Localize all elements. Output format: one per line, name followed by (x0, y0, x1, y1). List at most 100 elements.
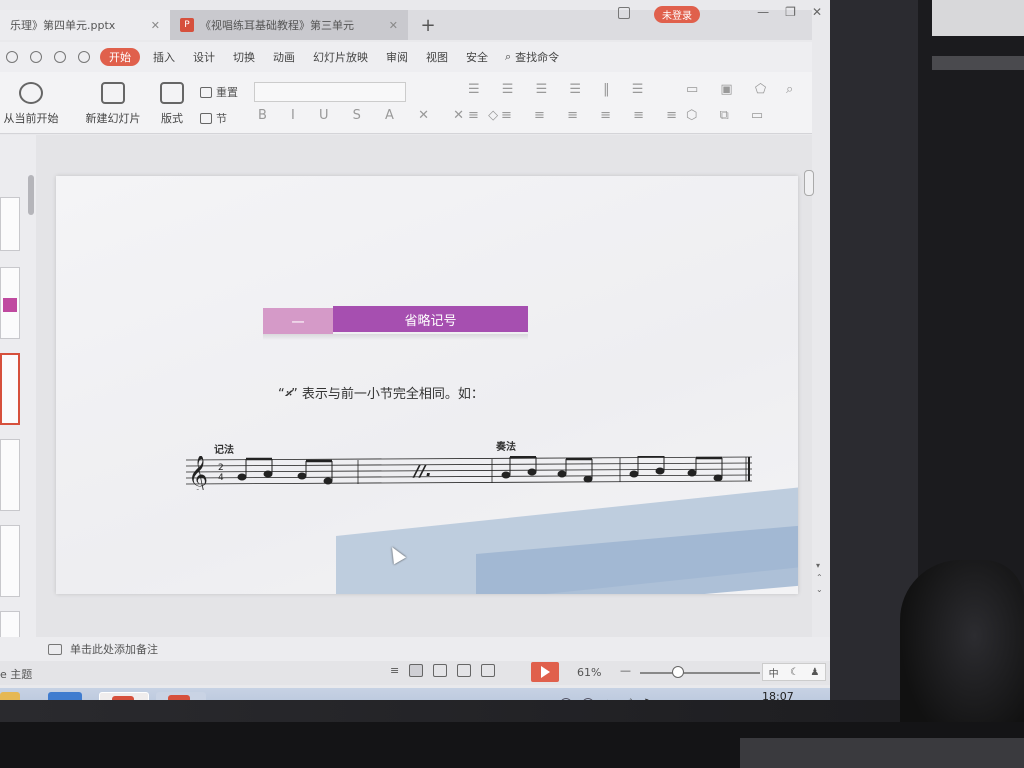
play-from-current-label: 从当前开始 (3, 112, 59, 125)
paragraph-list-buttons[interactable]: ☰ ☰ ☰ ☰ ‖ ☰ (468, 82, 652, 97)
clock-time: 18:07 (762, 690, 794, 700)
notes-pane[interactable]: 单击此处添加备注 (0, 637, 830, 661)
podium (740, 738, 1024, 768)
redo-icon[interactable] (78, 51, 90, 63)
slide-title: 省略记号 (333, 306, 528, 332)
notes-measure-3 (501, 456, 593, 483)
menu-view[interactable]: 视图 (417, 49, 457, 65)
zoom-level[interactable]: 61% (577, 666, 601, 679)
section-label: 节 (216, 112, 227, 125)
staff-line (186, 480, 752, 485)
section-button[interactable]: 节 (200, 110, 227, 126)
play-from-current-button[interactable]: 从当前开始 (0, 82, 62, 126)
menu-home[interactable]: 开始 (100, 48, 140, 66)
flag-icon[interactable]: ⚑ (643, 698, 652, 700)
slide-thumbnail-selected[interactable] (0, 353, 20, 425)
time-signature: 2 (218, 463, 224, 473)
projected-screen: 乐理》第四单元.pptx ✕ P 《视唱练耳基础教程》第三单元 ✕ + 未登录 … (0, 0, 830, 700)
reset-label: 重置 (216, 86, 238, 99)
tray-icon[interactable] (560, 698, 572, 700)
print-icon[interactable] (30, 51, 42, 63)
minimize-icon[interactable]: — (757, 5, 769, 19)
slide-thumbnail[interactable] (0, 267, 20, 339)
wall-strip (932, 56, 1024, 70)
network-icon[interactable]: ▲ (604, 698, 612, 700)
new-slide-label: 新建幻灯片 (85, 112, 141, 125)
view-switcher: ≡ (390, 664, 496, 677)
slide-thumbnail[interactable] (0, 525, 20, 597)
menu-review[interactable]: 审阅 (377, 49, 417, 65)
status-bar: e 主题 ≡ 61% — 中 ☾ ♟ (0, 661, 830, 685)
zoom-out-button[interactable]: — (620, 664, 631, 677)
font-name-select[interactable] (254, 82, 406, 102)
sorter-view-icon[interactable] (433, 664, 448, 677)
undo-icon[interactable] (54, 51, 66, 63)
tab-document-2[interactable]: P 《视唱练耳基础教程》第三单元 ✕ (170, 10, 408, 40)
slide-thumbnail[interactable] (0, 439, 20, 511)
moon-icon: ☾ (790, 666, 799, 678)
command-search[interactable]: ⌕ 查找命令 (505, 49, 559, 65)
zoom-slider[interactable] (640, 672, 760, 674)
menu-slideshow[interactable]: 幻灯片放映 (304, 49, 377, 65)
menu-design[interactable]: 设计 (184, 49, 224, 65)
menu-insert[interactable]: 插入 (144, 49, 184, 65)
label-notation: 记法 (214, 445, 234, 456)
page-nav-arrows[interactable]: ▾ ⌃ ⌄ (816, 560, 823, 596)
slide-canvas[interactable]: 一 省略记号 “𝄎” 表示与前一小节完全相同。如： 记法 奏法 𝄞 2 4 //… (56, 176, 798, 594)
close-icon[interactable]: ✕ (151, 19, 160, 32)
new-tab-button[interactable]: + (408, 15, 448, 36)
notes-icon (48, 643, 62, 655)
menu-animations[interactable]: 动画 (264, 49, 304, 65)
wall-panel (932, 0, 1024, 36)
wps-pdf-icon: P (168, 695, 190, 700)
label-performance: 奏法 (496, 442, 516, 453)
ime-label: 中 (768, 668, 779, 680)
taskbar-wps-app[interactable]: P (156, 692, 206, 700)
menu-security[interactable]: 安全 (457, 49, 497, 65)
taskbar-wps-presentation[interactable]: P (99, 692, 149, 700)
reading-view-icon[interactable] (457, 664, 472, 677)
system-tray: ▲ ◀) ⚑ (560, 698, 652, 700)
presenter-view-icon[interactable] (481, 664, 496, 677)
paragraph-align-buttons[interactable]: ≡ ≡ ≡ ≡ ≡ ≡ ≡ (468, 108, 686, 123)
windows-taskbar: P P ▲ ◀) ⚑ 18:07 (0, 688, 830, 700)
volume-icon[interactable]: ◀) (622, 698, 634, 700)
slide-scrollbar[interactable] (804, 170, 814, 196)
thumbnail-scrollbar[interactable] (28, 175, 34, 215)
arrange-buttons[interactable]: ⬡ ⧉ ▭ (686, 108, 772, 123)
new-slide-button[interactable]: 新建幻灯片 (78, 82, 148, 126)
find-icon[interactable]: ⌕ (786, 82, 802, 97)
layout-label: 版式 (161, 112, 183, 125)
restore-icon[interactable]: ❐ (785, 5, 796, 19)
new-slide-icon (101, 82, 125, 104)
normal-view-icon[interactable] (409, 664, 424, 677)
menu-transitions[interactable]: 切换 (224, 49, 264, 65)
thumbnail-accent (3, 298, 17, 312)
theme-label: e 主题 (0, 668, 33, 681)
notes-toggle-icon[interactable]: ≡ (390, 664, 399, 677)
notes-placeholder: 单击此处添加备注 (70, 643, 158, 656)
tab-document-1[interactable]: 乐理》第四单元.pptx ✕ (0, 10, 170, 40)
reset-icon (200, 86, 212, 98)
zoom-slider-handle[interactable] (672, 666, 684, 678)
reset-button[interactable]: 重置 (200, 84, 238, 100)
close-icon[interactable]: ✕ (389, 19, 398, 32)
slide-description: “𝄎” 表示与前一小节完全相同。如： (278, 383, 484, 402)
layout-button[interactable]: 版式 (154, 82, 190, 126)
login-button[interactable]: 未登录 (654, 6, 700, 23)
slideshow-play-button[interactable] (531, 662, 559, 682)
help-icon[interactable] (582, 698, 594, 700)
save-icon[interactable] (6, 51, 18, 63)
slide-thumbnail[interactable] (0, 197, 20, 251)
ime-indicator[interactable]: 中 ☾ ♟ (762, 663, 826, 681)
close-window-icon[interactable]: ✕ (812, 5, 822, 19)
staff-line (186, 462, 752, 467)
treble-clef-icon: 𝄞 (188, 456, 208, 490)
window-switch-icon[interactable] (618, 7, 630, 19)
taskbar-clock[interactable]: 18:07 (762, 690, 794, 700)
taskbar-folder-icon[interactable] (0, 692, 20, 700)
insert-shape-buttons[interactable]: ▭ ▣ ⬠ (686, 82, 775, 97)
quote-open: “ (278, 387, 285, 402)
taskbar-explorer-icon[interactable] (48, 692, 82, 700)
user-icon: ♟ (810, 666, 820, 678)
